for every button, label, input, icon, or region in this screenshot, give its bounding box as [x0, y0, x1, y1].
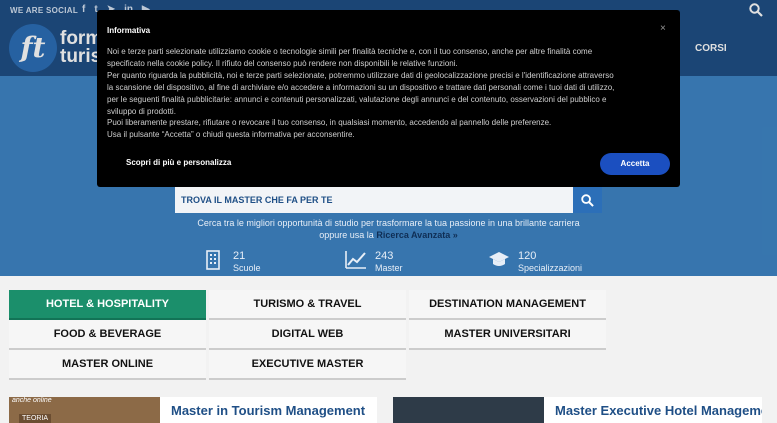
graduation-cap-icon	[489, 252, 509, 266]
body-line: Noi e terze parti selezionate utilizziam…	[107, 47, 593, 56]
category-master-universitari[interactable]: MASTER UNIVERSITARI	[409, 320, 606, 350]
stat-specializations: 120 Specializzazioni	[488, 250, 582, 274]
stat-value: 21	[233, 250, 246, 262]
hero-tagline-2: oppure usa la Ricerca Avanzata »	[0, 230, 777, 240]
body-line: Per quanto riguarda la pubblicità, noi e…	[107, 70, 614, 80]
body-line: sviluppo di prodotti.	[107, 106, 176, 116]
body-line: Puoi liberamente prestare, rifiutare o r…	[107, 118, 552, 128]
master-search-input[interactable]: TROVA IL MASTER CHE FA PER TE	[175, 187, 573, 213]
teoria-badge: TEORIA	[19, 414, 52, 423]
master-card[interactable]: anche online TEORIA Master in Tourism Ma…	[9, 397, 377, 423]
body-line: la scansione del dispositivo, al fine di…	[107, 82, 615, 92]
close-icon[interactable]: ×	[660, 23, 666, 34]
cookie-consent-dialog: Informativa × Noi e terze parti selezion…	[97, 10, 680, 187]
advanced-search-link[interactable]: Ricerca Avanzata »	[376, 230, 457, 240]
chart-line-icon	[345, 251, 366, 269]
accept-button[interactable]: Accetta	[600, 153, 670, 175]
stat-value: 120	[518, 250, 537, 262]
card-title[interactable]: Master in Tourism Management	[171, 403, 365, 418]
stat-label: Scuole	[233, 263, 261, 273]
card-thumbnail	[393, 397, 544, 423]
body-line: specificato nella cookie policy. Il rifi…	[107, 58, 458, 68]
body-line: Usa il pulsante “Accetta” o chiudi quest…	[107, 130, 355, 140]
category-destination-management[interactable]: DESTINATION MANAGEMENT	[409, 290, 606, 320]
online-badge: anche online	[12, 397, 52, 404]
category-executive-master[interactable]: EXECUTIVE MASTER	[209, 350, 406, 380]
stat-master: 243 Master	[345, 250, 403, 274]
card-title[interactable]: Master Executive Hotel Management - 100%…	[555, 403, 762, 418]
stat-label: Specializzazioni	[518, 263, 583, 273]
search-icon	[581, 193, 594, 207]
category-turismo-travel[interactable]: TURISMO & TRAVEL	[209, 290, 406, 320]
dialog-body: Noi e terze parti selezionate utilizziam…	[107, 46, 652, 141]
master-card[interactable]: Master Executive Hotel Management - 100%…	[393, 397, 762, 423]
body-line: per le seguenti finalità pubblicitarie: …	[107, 94, 607, 104]
stat-value: 243	[375, 250, 394, 262]
search-submit-button[interactable]	[573, 187, 602, 213]
card-thumbnail: anche online TEORIA	[9, 397, 160, 423]
search-placeholder: TROVA IL MASTER CHE FA PER TE	[181, 195, 333, 205]
customize-button[interactable]: Scopri di più e personalizza	[126, 158, 231, 167]
school-icon	[206, 250, 220, 270]
category-hotel-hospitality[interactable]: HOTEL & HOSPITALITY	[9, 290, 206, 320]
category-digital-web[interactable]: DIGITAL WEB	[209, 320, 406, 350]
tagline-prefix: oppure usa la	[319, 230, 374, 240]
stat-schools: 21 Scuole	[203, 250, 261, 274]
category-master-online[interactable]: MASTER ONLINE	[9, 350, 206, 380]
stat-label: Master	[375, 263, 403, 273]
dialog-title: Informativa	[107, 26, 151, 35]
hero-tagline: Cerca tra le migliori opportunità di stu…	[197, 218, 580, 228]
category-food-beverage[interactable]: FOOD & BEVERAGE	[9, 320, 206, 350]
